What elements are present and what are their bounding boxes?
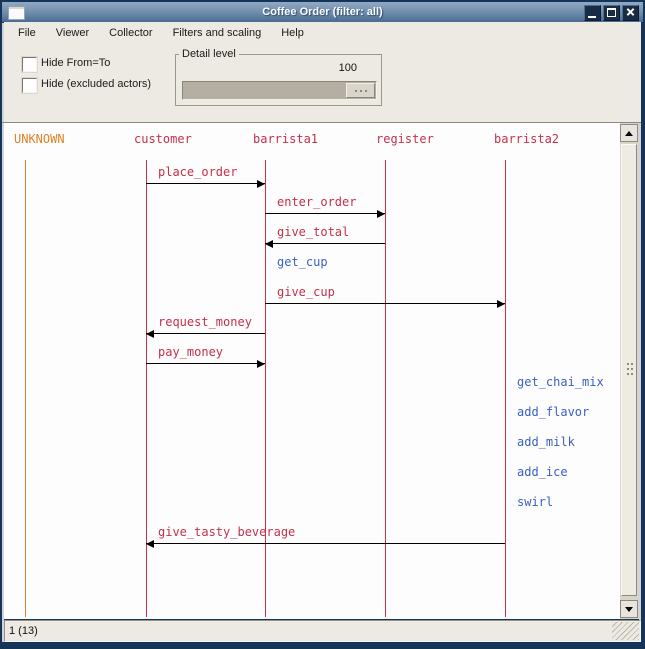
lifeline-unknown (25, 160, 26, 617)
vertical-scrollbar[interactable] (620, 123, 639, 619)
minimize-icon (588, 16, 596, 18)
detail-level-value: 100 (339, 62, 357, 74)
arrow-head-icon (257, 360, 265, 368)
maximize-icon (607, 8, 616, 17)
maximize-button[interactable] (603, 5, 620, 21)
arrow-line-enter-order (265, 213, 385, 214)
menu-item-help[interactable]: Help (274, 22, 311, 44)
sequence-canvas[interactable]: UNKNOWN customer barrista1 register barrista… (4, 123, 620, 619)
arrow-line-give-cup (265, 303, 505, 304)
message-add-ice[interactable]: add_ice (517, 466, 568, 478)
menu-bar: File Viewer Collector Filters and scalingHe… (4, 22, 641, 44)
menu-item-collector[interactable]: Collector (102, 22, 159, 44)
message-get-cup[interactable]: get_cup (277, 256, 328, 268)
menu-item-viewer[interactable]: Viewer (49, 22, 96, 44)
actor-barrista2[interactable]: barrista2 (494, 133, 559, 145)
minimize-button[interactable] (584, 5, 601, 21)
scrollbar-grip-icon (627, 363, 629, 365)
actor-customer[interactable]: customer (134, 133, 192, 145)
actor-register[interactable]: register (376, 133, 434, 145)
actor-unknown[interactable]: UNKNOWN (14, 133, 65, 145)
title-bar[interactable]: Coffee Order (filter: all) (2, 2, 643, 23)
message-give-total[interactable]: give_total (277, 226, 349, 238)
hide-from-to-label: Hide From=To (41, 57, 110, 70)
arrow-head-icon (265, 240, 273, 248)
message-add-milk[interactable]: add_milk (517, 436, 575, 448)
arrow-head-icon (146, 330, 154, 338)
lifeline-barrista2 (505, 160, 506, 617)
slider-grip-icon (355, 90, 357, 92)
slider-handle[interactable] (346, 83, 375, 98)
hide-excluded-actors-label: Hide (excluded actors) (41, 78, 151, 91)
scroll-up-button[interactable] (620, 124, 638, 142)
arrow-down-icon (625, 607, 633, 612)
detail-level-group: Detail level 100 (175, 48, 382, 106)
arrow-line-pay-money (146, 363, 265, 364)
et-viewer-window: Coffee Order (filter: all) File Viewer Col… (0, 0, 645, 649)
window-title: Coffee Order (filter: all) (2, 3, 643, 22)
resize-grip[interactable] (612, 622, 639, 640)
menu-bar-list: File Viewer Collector Filters and scalingHe… (4, 22, 641, 44)
lifeline-barrista1 (265, 160, 266, 617)
scroll-down-button[interactable] (620, 600, 638, 618)
arrow-line-place-order (146, 183, 265, 184)
message-pay-money[interactable]: pay_money (158, 346, 223, 358)
arrow-head-icon (146, 540, 154, 548)
message-enter-order[interactable]: enter_order (277, 196, 356, 208)
scrollbar-thumb[interactable] (621, 144, 637, 596)
actor-barrista1[interactable]: barrista1 (253, 133, 318, 145)
arrow-head-icon (377, 210, 385, 218)
lifeline-customer (146, 160, 147, 617)
menu-item-filters-and-scaling[interactable]: Filters and scaling (166, 22, 269, 44)
detail-level-legend: Detail level (179, 48, 239, 60)
status-text: 1 (13) (9, 621, 38, 641)
message-add-flavor[interactable]: add_flavor (517, 406, 589, 418)
arrow-line-request-money (146, 333, 265, 334)
window-icon (8, 6, 25, 20)
window-controls (584, 5, 639, 21)
arrow-line-give-tasty-beverage (146, 543, 505, 544)
message-give-cup[interactable]: give_cup (277, 286, 335, 298)
message-place-order[interactable]: place_order (158, 166, 237, 178)
arrow-head-icon (257, 180, 265, 188)
status-bar: 1 (13) (4, 620, 641, 642)
message-swirl[interactable]: swirl (517, 496, 553, 508)
hide-from-to-checkbox[interactable] (22, 57, 37, 72)
detail-level-slider[interactable] (182, 81, 377, 100)
message-get-chai-mix[interactable]: get_chai_mix (517, 376, 604, 388)
arrow-up-icon (625, 131, 633, 136)
close-button[interactable] (622, 5, 639, 21)
message-give-tasty-beverage[interactable]: give_tasty_beverage (158, 526, 295, 538)
lifeline-register (385, 160, 386, 617)
message-request-money[interactable]: request_money (158, 316, 252, 328)
arrow-head-icon (497, 300, 505, 308)
toolbar-panel: Hide From=To Hide (excluded actors) Deta… (4, 44, 641, 122)
arrow-line-give-total (265, 243, 385, 244)
hide-excluded-actors-checkbox[interactable] (22, 78, 37, 93)
menu-item-file[interactable]: File (11, 22, 43, 44)
